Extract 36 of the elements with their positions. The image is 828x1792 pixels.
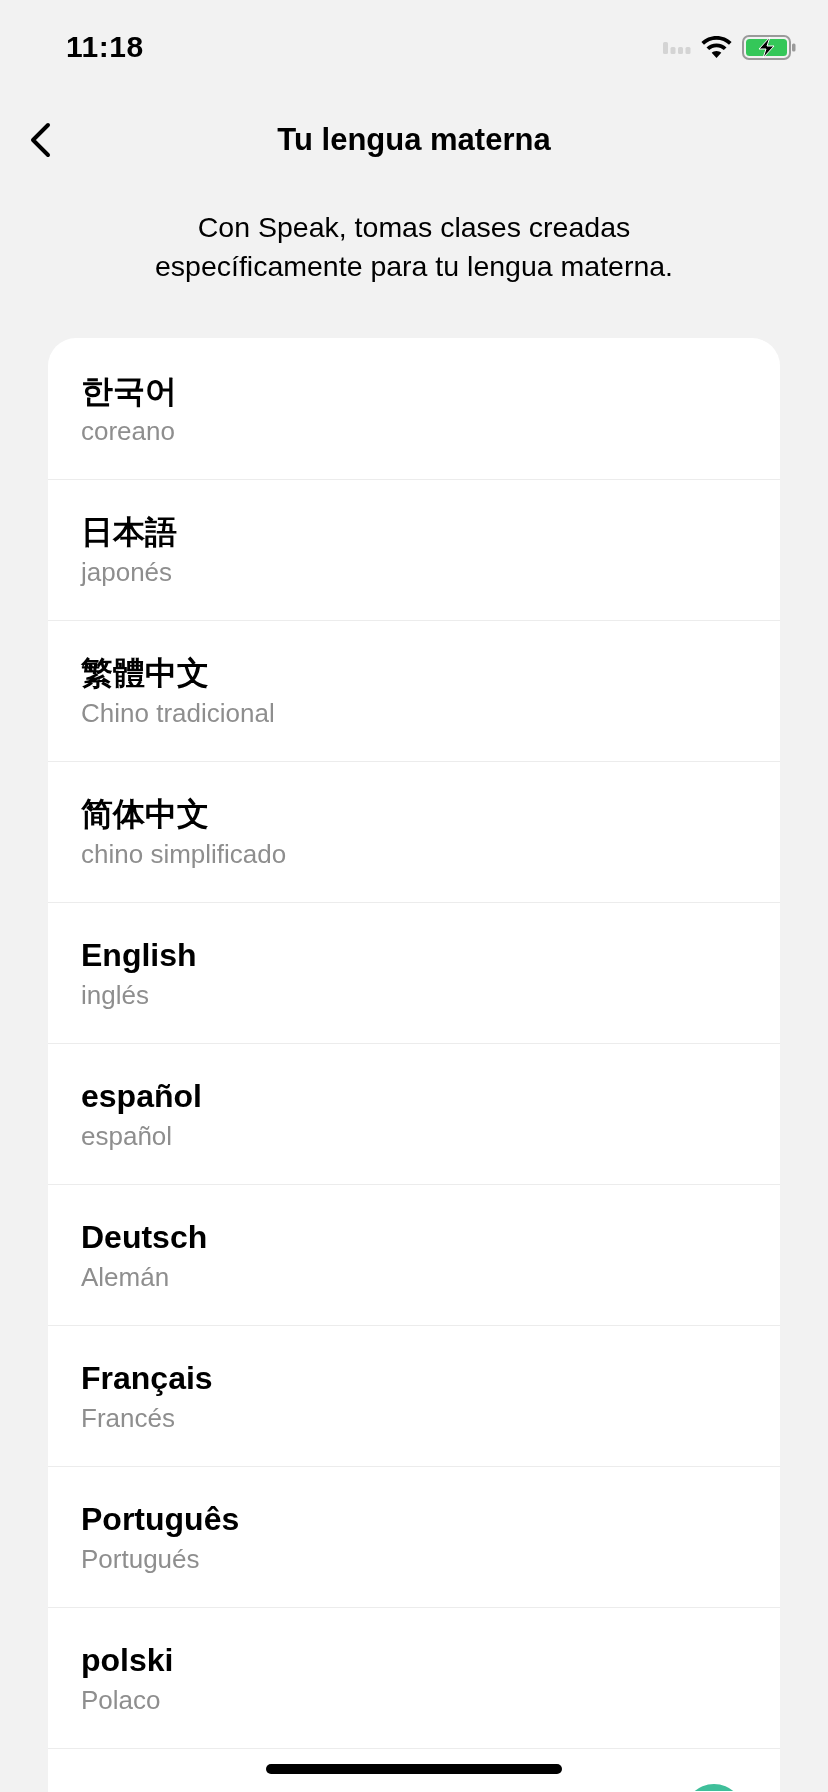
language-row[interactable]: 日本語 japonés xyxy=(48,479,780,620)
language-name: Français xyxy=(81,1359,213,1398)
language-name: 简体中文 xyxy=(81,795,210,834)
language-translation: Francés xyxy=(81,1402,176,1434)
signal-icon xyxy=(663,40,691,54)
intro-text: Con Speak, tomas clases creadas específicamente para tu lengua materna. xyxy=(153,210,675,284)
language-translation: inglés xyxy=(81,979,150,1011)
language-name: Deutsch xyxy=(81,1218,208,1257)
language-translation: Polaco xyxy=(81,1684,162,1716)
language-row[interactable]: Português Portugués xyxy=(48,1466,780,1607)
language-row[interactable]: 繁體中文 Chino tradicional xyxy=(48,620,780,761)
language-name: español xyxy=(81,1077,202,1116)
language-translation: español xyxy=(81,1120,174,1152)
language-name: 한국어 xyxy=(81,371,177,411)
language-name: Português xyxy=(81,1500,240,1539)
wifi-icon xyxy=(701,35,732,59)
language-name: polski xyxy=(81,1641,174,1680)
language-row[interactable]: 한국어 coreano xyxy=(48,338,780,479)
language-translation: coreano xyxy=(81,414,176,447)
language-name: 繁體中文 xyxy=(81,654,210,693)
language-name: English xyxy=(81,936,197,975)
screen-title: Tu lengua materna xyxy=(276,122,552,158)
language-row[interactable]: polski Polaco xyxy=(48,1607,780,1748)
language-row[interactable]: Deutsch Alemán xyxy=(48,1184,780,1325)
language-translation: chino simplificado xyxy=(81,838,287,870)
language-translation: Portugués xyxy=(81,1543,201,1575)
language-row[interactable]: español español xyxy=(48,1043,780,1184)
language-translation: Chino tradicional xyxy=(81,697,275,729)
language-translation: japonés xyxy=(81,556,174,588)
language-name: 日本語 xyxy=(81,513,177,552)
language-row[interactable]: Français Francés xyxy=(48,1325,780,1466)
language-row[interactable]: 简体中文 chino simplificado xyxy=(48,761,780,902)
language-row[interactable]: English inglés xyxy=(48,902,780,1043)
language-translation: Alemán xyxy=(81,1261,171,1293)
battery-charging-icon xyxy=(742,34,796,60)
status-time: 11:18 xyxy=(66,30,144,64)
